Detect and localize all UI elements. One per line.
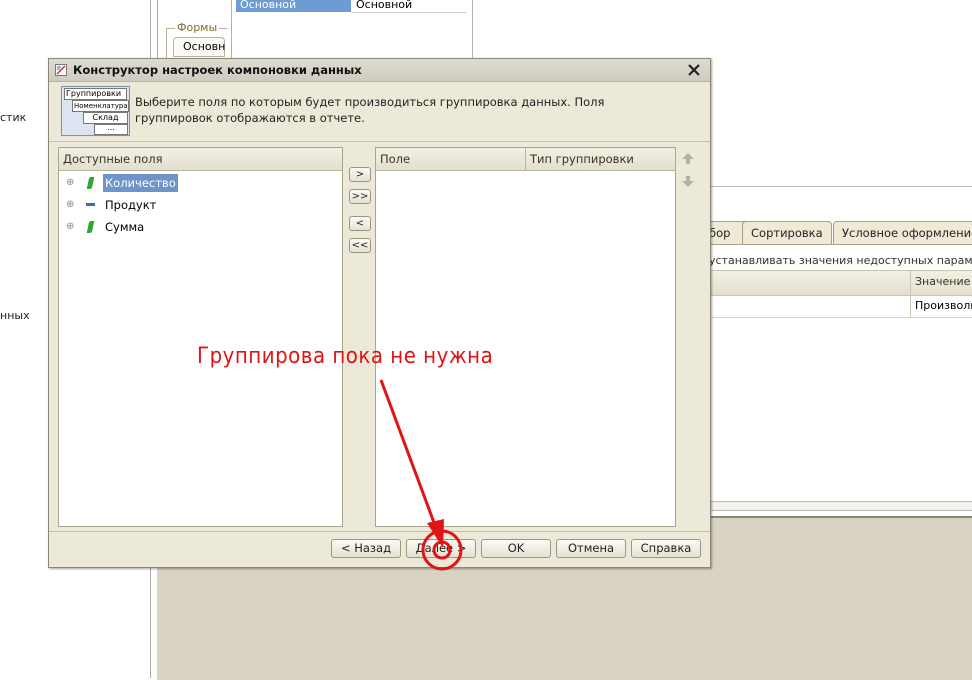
settings-panel-bottom — [709, 501, 972, 511]
remove-all-fields-button[interactable]: << — [349, 238, 371, 253]
grouping-illustration: Группировки Номенклатура Склад ... — [61, 86, 130, 136]
tab-conditional-formatting[interactable]: Условное оформление — [833, 221, 972, 244]
expand-icon[interactable]: ⊕ — [66, 194, 74, 216]
illustration-label-groupings: Группировки — [64, 88, 127, 100]
column-header-grouping-type[interactable]: Тип группировки — [530, 148, 634, 170]
numeric-field-icon — [86, 177, 95, 189]
expand-icon[interactable]: ⊕ — [66, 216, 74, 238]
numeric-field-icon — [86, 221, 95, 233]
tab-sorting[interactable]: Сортировка — [742, 221, 832, 244]
dialog-description: Выберите поля по которым будет производи… — [135, 95, 605, 125]
tree-item-product[interactable]: ⊕ Продукт — [59, 194, 339, 216]
column-header-field[interactable]: Поле — [380, 148, 410, 170]
annotation-arrow — [379, 379, 463, 571]
move-down-icon[interactable] — [681, 174, 695, 188]
dialog-title: Конструктор настроек компоновки данных — [73, 63, 362, 77]
tabs-underline — [709, 244, 972, 245]
illustration-label-nomenclature: Номенклатура — [72, 100, 129, 112]
tree-item-label: Количество — [103, 174, 178, 192]
background-table-cell-2[interactable]: Основной — [352, 0, 466, 13]
move-up-icon[interactable] — [681, 152, 695, 166]
cancel-button[interactable]: Отмена — [556, 539, 626, 558]
tree-item-label: Продукт — [105, 198, 157, 212]
tree-item-sum[interactable]: ⊕ Сумма — [59, 216, 339, 238]
add-field-button[interactable]: > — [349, 167, 371, 182]
expand-icon[interactable]: ⊕ — [66, 172, 74, 194]
background-label-2: нных — [0, 309, 30, 322]
dimension-field-icon — [86, 203, 95, 206]
grouping-table-header: Поле Тип группировки — [376, 148, 675, 171]
forms-tab[interactable]: Основн — [173, 37, 225, 57]
background-label-1: стик — [0, 111, 27, 124]
close-icon[interactable] — [686, 62, 702, 78]
description-divider — [49, 141, 710, 142]
forms-group-label: Формы — [175, 21, 220, 34]
grid-cell-value[interactable]: Произволь — [910, 295, 972, 317]
tree-item-label: Сумма — [105, 220, 145, 234]
tree-item-quantity[interactable]: ⊕ Количество — [59, 172, 339, 194]
help-button[interactable]: Справка — [631, 539, 701, 558]
add-all-fields-button[interactable]: >> — [349, 189, 371, 204]
wizard-icon — [55, 64, 67, 76]
grid-header-value: Значение — [910, 270, 972, 294]
column-divider — [525, 148, 526, 170]
parameters-hint: устанавливать значения недоступных парам… — [709, 254, 972, 267]
ok-button[interactable]: OK — [481, 539, 551, 558]
annotation-text: Группирова пока не нужна — [197, 344, 494, 369]
dialog-titlebar: Конструктор настроек компоновки данных — [49, 59, 710, 82]
illustration-label-more: ... — [94, 124, 128, 135]
available-fields-panel: Доступные поля ⊕ Количество ⊕ Продукт ⊕ … — [58, 147, 343, 527]
available-fields-header: Доступные поля — [59, 148, 342, 171]
illustration-label-warehouse: Склад — [83, 112, 128, 124]
remove-field-button[interactable]: < — [349, 216, 371, 231]
background-table-cell-1[interactable]: Основной — [236, 0, 351, 12]
